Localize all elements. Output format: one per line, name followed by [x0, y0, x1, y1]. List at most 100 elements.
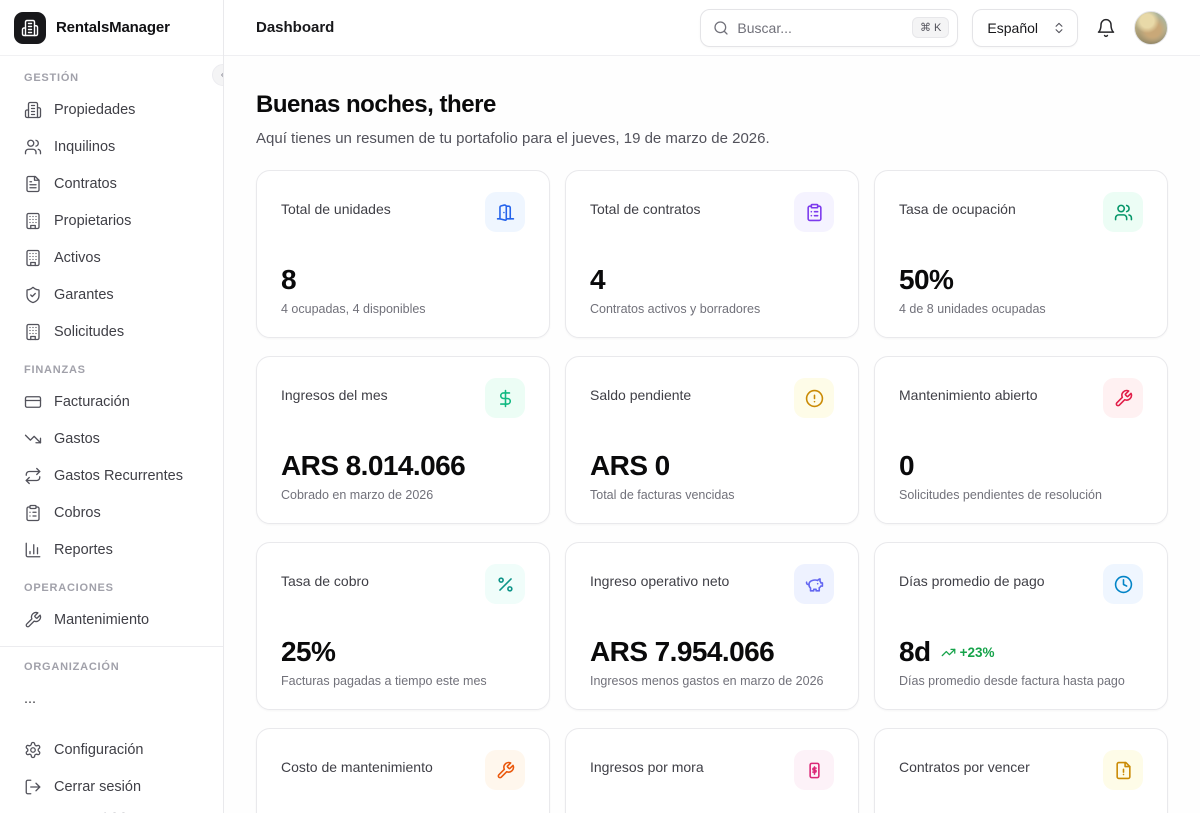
alert-circle-icon	[794, 378, 834, 418]
building-icon	[24, 249, 42, 267]
stat-card-value: 50%	[899, 265, 953, 295]
sidebar-section-label: Finanzas	[24, 364, 199, 379]
page-title: Dashboard	[256, 19, 334, 36]
user-avatar[interactable]	[1134, 11, 1168, 45]
dollar-icon	[485, 378, 525, 418]
language-select[interactable]: Español	[972, 9, 1078, 47]
stat-card-value: ARS 8.014.066	[281, 451, 465, 481]
sidebar: RentalsManager Gestión Propiedades Inqui…	[0, 0, 224, 813]
sidebar-item-cerrar-sesion[interactable]: Cerrar sesión	[0, 768, 223, 805]
search-icon	[713, 20, 729, 36]
dashboard-content: Buenas noches, there Aquí tienes un resu…	[224, 56, 1200, 813]
stat-card-title: Tasa de ocupación	[899, 192, 1016, 217]
sidebar-divider	[0, 646, 223, 647]
stat-card-saldo-pendiente: Saldo pendiente ARS 0 Total de facturas …	[565, 356, 859, 524]
stat-card-title: Mantenimiento abierto	[899, 378, 1038, 403]
chevrons-up-down-icon	[1052, 21, 1066, 35]
percent-icon	[485, 564, 525, 604]
header: Dashboard ⌘ K Español	[224, 0, 1200, 56]
stat-card-subtitle: 4 ocupadas, 4 disponibles	[281, 302, 525, 316]
bar-chart-icon	[24, 541, 42, 559]
stat-card-title: Ingresos por mora	[590, 750, 704, 775]
stat-card-value: 8	[281, 265, 296, 295]
repeat-icon	[24, 467, 42, 485]
sidebar-item-gastos-recurrentes[interactable]: Gastos Recurrentes	[0, 457, 223, 494]
stat-card-value: ARS 0	[590, 451, 670, 481]
sidebar-item-propiedades[interactable]: Propiedades	[0, 91, 223, 128]
stat-card-title: Costo de mantenimiento	[281, 750, 433, 775]
clipboard-icon	[794, 192, 834, 232]
sidebar-item-garantes[interactable]: Garantes	[0, 276, 223, 313]
stat-card-value: 25%	[281, 637, 335, 667]
wrench-icon	[1103, 378, 1143, 418]
credit-card-icon	[24, 393, 42, 411]
sidebar-item-configuracion[interactable]: Configuración	[0, 731, 223, 768]
stat-card-title: Saldo pendiente	[590, 378, 691, 403]
stat-card-value: 4	[590, 265, 605, 295]
sidebar-item-facturacion[interactable]: Facturación	[0, 383, 223, 420]
app-name: RentalsManager	[56, 19, 170, 36]
door-open-icon	[485, 192, 525, 232]
stat-card-subtitle: Ingresos menos gastos en marzo de 2026	[590, 674, 834, 688]
wrench-icon	[485, 750, 525, 790]
clock-icon	[1103, 564, 1143, 604]
trending-up-icon	[941, 645, 956, 660]
header-actions: ⌘ K Español	[700, 9, 1168, 47]
sidebar-item-contratos[interactable]: Contratos	[0, 165, 223, 202]
stat-card-dias-promedio-de-pago: Días promedio de pago 8d +23% Días prome…	[874, 542, 1168, 710]
file-warning-icon	[1103, 750, 1143, 790]
buildings-icon	[24, 101, 42, 119]
sidebar-item-mantenimiento[interactable]: Mantenimiento	[0, 601, 223, 638]
stat-card-mantenimiento-abierto: Mantenimiento abierto 0 Solicitudes pend…	[874, 356, 1168, 524]
stat-card-ingreso-operativo-neto: Ingreso operativo neto ARS 7.954.066 Ing…	[565, 542, 859, 710]
stat-card-tasa-de-ocupacion: Tasa de ocupación 50% 4 de 8 unidades oc…	[874, 170, 1168, 338]
stat-card-title: Ingresos del mes	[281, 378, 388, 403]
greeting-subtitle: Aquí tienes un resumen de tu portafolio …	[256, 128, 1168, 150]
main-column: Dashboard ⌘ K Español Buenas noches,	[224, 0, 1200, 813]
stat-card-subtitle: Cobrado en marzo de 2026	[281, 488, 525, 502]
stat-card-value: 8d	[899, 637, 931, 667]
logout-icon	[24, 778, 42, 796]
stat-card-total-de-unidades: Total de unidades 8 4 ocupadas, 4 dispon…	[256, 170, 550, 338]
stat-cards-grid: Total de unidades 8 4 ocupadas, 4 dispon…	[256, 170, 1168, 813]
stat-card-value: ARS 7.954.066	[590, 637, 774, 667]
sidebar-item-gastos[interactable]: Gastos	[0, 420, 223, 457]
stat-card-total-de-contratos: Total de contratos 4 Contratos activos y…	[565, 170, 859, 338]
search-input[interactable]	[737, 20, 904, 36]
stat-card-subtitle: Días promedio desde factura hasta pago	[899, 674, 1143, 688]
sidebar-item-activos[interactable]: Activos	[0, 239, 223, 276]
chevron-left-icon	[217, 69, 224, 81]
sidebar-item-propietarios[interactable]: Propietarios	[0, 202, 223, 239]
trending-down-icon	[24, 430, 42, 448]
sidebar-section-label: Organización	[24, 661, 199, 676]
sidebar-item-solicitudes[interactable]: Solicitudes	[0, 313, 223, 350]
gear-icon	[24, 741, 42, 759]
users-icon	[1103, 192, 1143, 232]
sidebar-item-item[interactable]: ...	[0, 680, 223, 717]
greeting-title: Buenas noches, there	[256, 90, 1168, 120]
stat-card-subtitle: Total de facturas vencidas	[590, 488, 834, 502]
search-box[interactable]: ⌘ K	[700, 9, 958, 47]
stat-card-title: Días promedio de pago	[899, 564, 1045, 589]
bell-icon	[1096, 18, 1116, 38]
piggy-bank-icon	[794, 564, 834, 604]
sidebar-item-inquilinos[interactable]: Inquilinos	[0, 128, 223, 165]
app-root: RentalsManager Gestión Propiedades Inqui…	[0, 0, 1200, 813]
file-text-icon	[24, 175, 42, 193]
shield-check-icon	[24, 286, 42, 304]
stat-card-title: Ingreso operativo neto	[590, 564, 729, 589]
notifications-button[interactable]	[1092, 14, 1120, 42]
stat-card-contratos-por-vencer: Contratos por vencer	[874, 728, 1168, 813]
sidebar-item-reportes[interactable]: Reportes	[0, 531, 223, 568]
stat-card-title: Total de unidades	[281, 192, 391, 217]
stat-card-tasa-de-cobro: Tasa de cobro 25% Facturas pagadas a tie…	[256, 542, 550, 710]
sidebar-item-cobros[interactable]: Cobros	[0, 494, 223, 531]
wrench-icon	[24, 611, 42, 629]
users-icon	[24, 138, 42, 156]
stat-card-title: Total de contratos	[590, 192, 701, 217]
stat-card-subtitle: Solicitudes pendientes de resolución	[899, 488, 1143, 502]
stat-card-ingresos-por-mora: Ingresos por mora	[565, 728, 859, 813]
stat-card-trend: +23%	[941, 645, 995, 660]
stat-card-title: Contratos por vencer	[899, 750, 1030, 775]
stat-card-costo-de-mantenimiento: Costo de mantenimiento	[256, 728, 550, 813]
